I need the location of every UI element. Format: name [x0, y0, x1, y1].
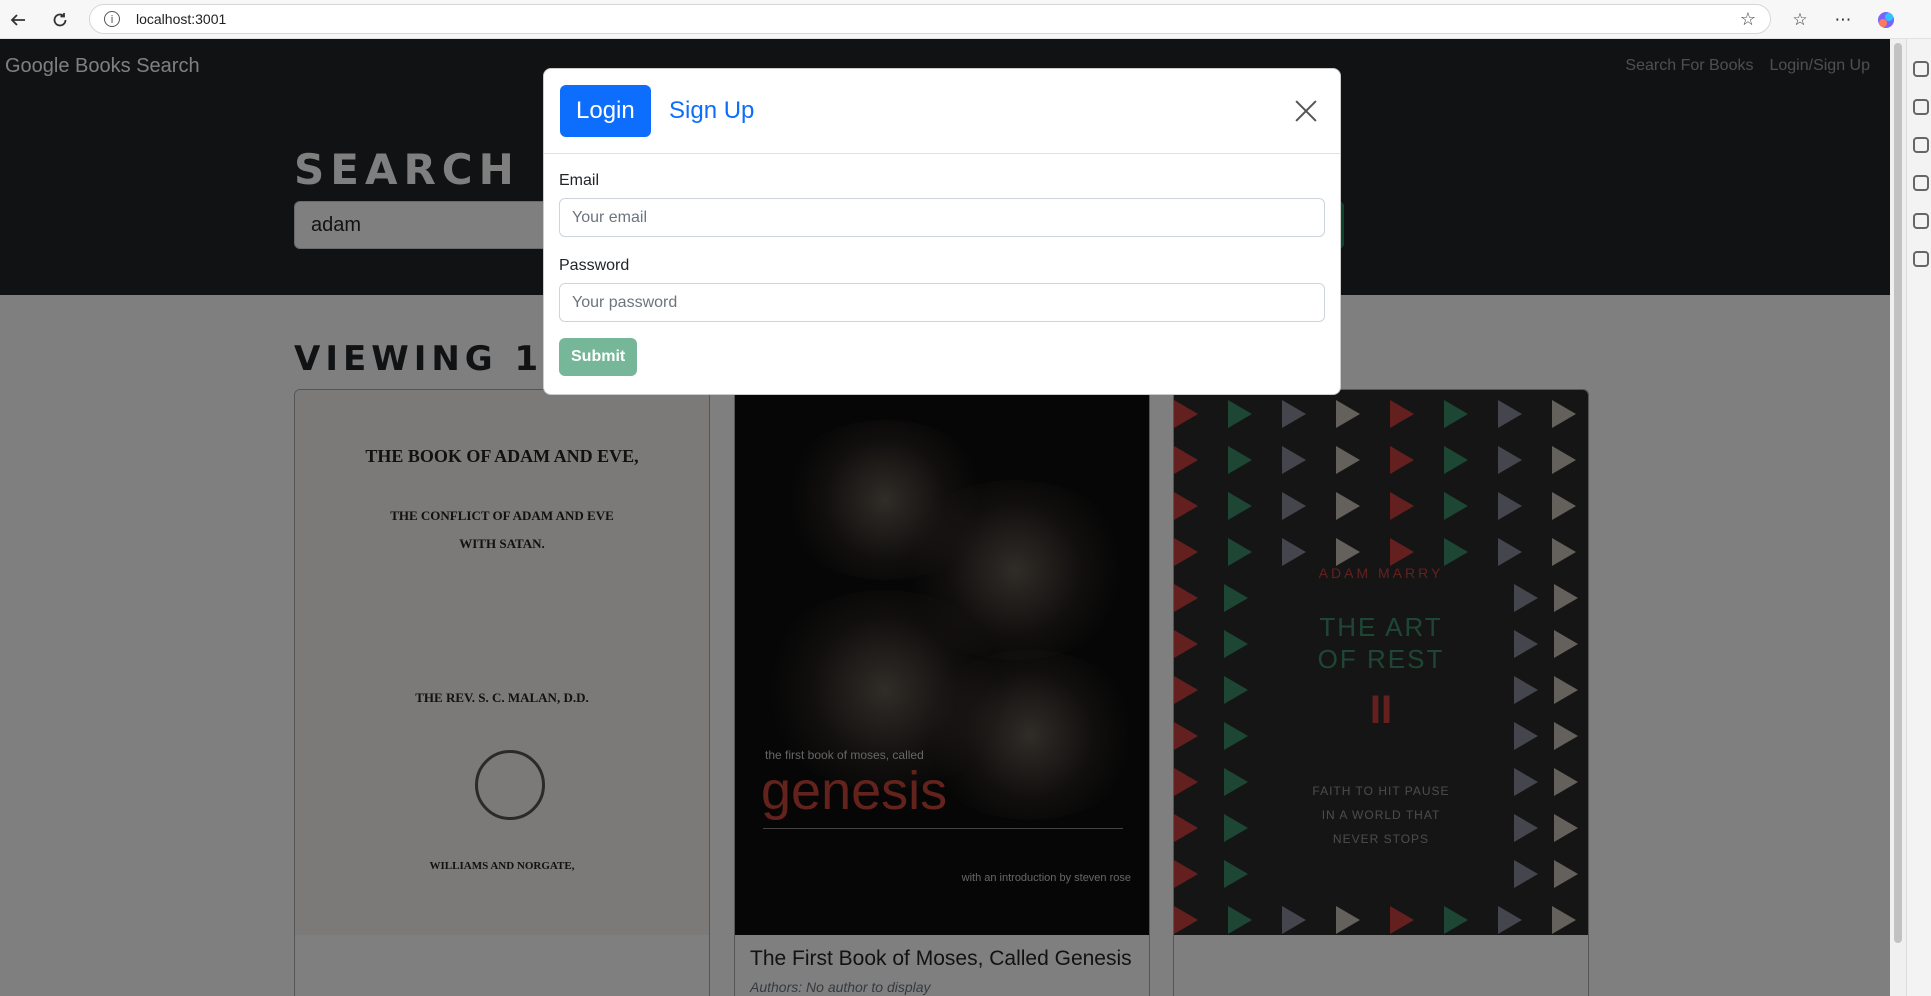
- sidebar-tool-icon[interactable]: [1913, 251, 1929, 267]
- sidebar-tool-icon[interactable]: [1913, 175, 1929, 191]
- favorite-star-icon[interactable]: ☆: [1740, 9, 1756, 30]
- sidebar-tool-icon[interactable]: [1913, 137, 1929, 153]
- url-text: localhost:3001: [136, 11, 227, 27]
- login-form: Email Password Submit: [544, 172, 1340, 376]
- tab-sign-up[interactable]: Sign Up: [653, 85, 770, 137]
- favorites-icon[interactable]: ☆: [1787, 7, 1813, 33]
- submit-button[interactable]: Submit: [559, 338, 638, 376]
- password-label: Password: [559, 257, 630, 274]
- close-icon[interactable]: [1294, 99, 1318, 123]
- back-arrow-icon[interactable]: [4, 6, 32, 34]
- sidebar-tool-icon[interactable]: [1913, 99, 1929, 115]
- reload-icon[interactable]: [46, 6, 74, 34]
- browser-side-panel: [1906, 39, 1931, 996]
- address-bar[interactable]: i localhost:3001 ☆: [89, 4, 1771, 34]
- modal-header: Login Sign Up: [544, 69, 1340, 154]
- tab-login[interactable]: Login: [560, 85, 651, 137]
- page-scrollbar[interactable]: [1890, 39, 1906, 996]
- password-field[interactable]: [559, 283, 1325, 322]
- email-label: Email: [559, 172, 600, 189]
- copilot-icon[interactable]: [1873, 7, 1899, 33]
- browser-toolbar: i localhost:3001 ☆ ☆ ⋯: [0, 0, 1931, 39]
- sidebar-tool-icon[interactable]: [1913, 61, 1929, 77]
- email-field[interactable]: [559, 198, 1325, 237]
- login-modal: Login Sign Up Email Password Submit: [543, 68, 1341, 395]
- scrollbar-thumb[interactable]: [1894, 43, 1902, 943]
- site-info-icon[interactable]: i: [104, 11, 120, 27]
- more-menu-icon[interactable]: ⋯: [1830, 7, 1856, 33]
- sidebar-tool-icon[interactable]: [1913, 213, 1929, 229]
